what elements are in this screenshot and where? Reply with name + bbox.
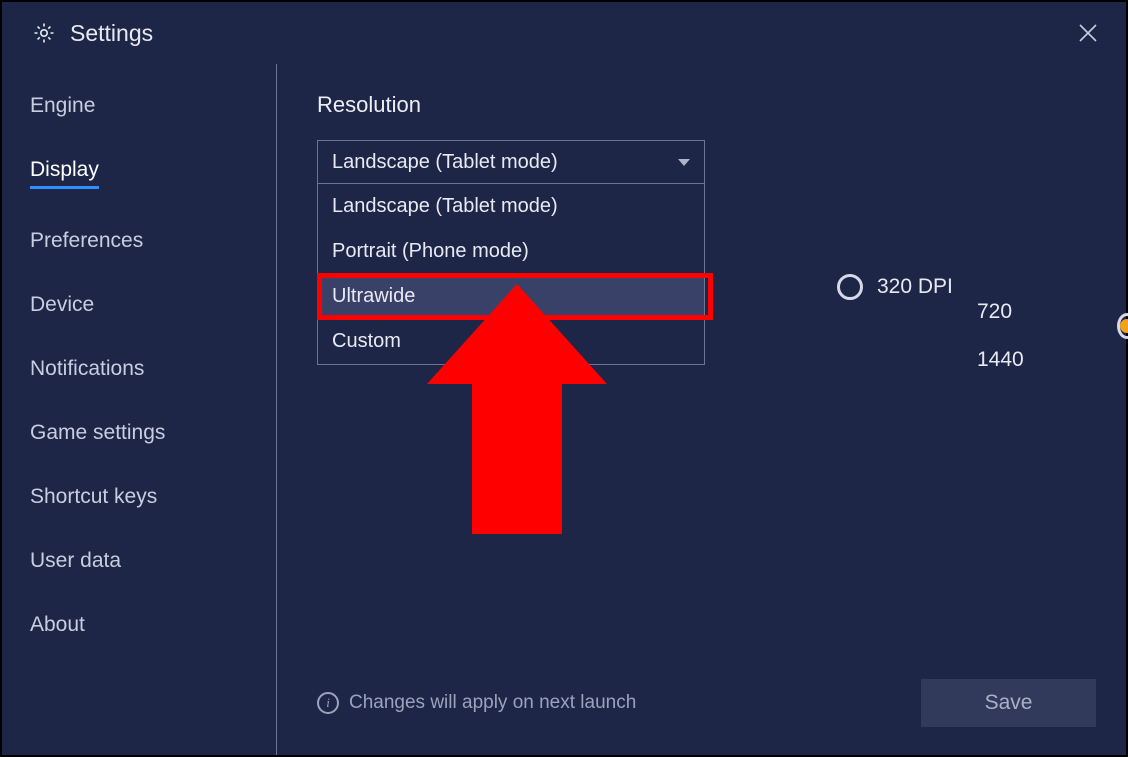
save-button[interactable]: Save [921, 679, 1096, 727]
sidebar-item-device[interactable]: Device [30, 293, 94, 317]
resolution-option-landscape[interactable]: Landscape (Tablet mode) [318, 184, 704, 229]
chevron-down-icon [678, 159, 690, 166]
footer-note: i Changes will apply on next launch [317, 692, 636, 714]
sidebar-item-preferences[interactable]: Preferences [30, 229, 143, 253]
dpi-radio-320[interactable]: 320 DPI [837, 274, 1096, 300]
resolution-dropdown-list: Landscape (Tablet mode) Portrait (Phone … [317, 184, 705, 365]
info-icon: i [317, 692, 339, 714]
header: Settings [2, 2, 1126, 64]
resolution-option-portrait[interactable]: Portrait (Phone mode) [318, 229, 704, 274]
footer: i Changes will apply on next launch Save [317, 679, 1096, 727]
close-button[interactable] [1070, 15, 1106, 51]
resolution-option-ultrawide[interactable]: Ultrawide [318, 274, 704, 319]
radio-circle-icon [1117, 313, 1128, 339]
dpi-radio-label: 320 DPI [877, 275, 953, 299]
sidebar-item-display[interactable]: Display [30, 158, 99, 189]
resolution-dropdown[interactable]: Landscape (Tablet mode) [317, 140, 705, 184]
partial-res-720: 720 [977, 300, 1024, 324]
sidebar-item-notifications[interactable]: Notifications [30, 357, 144, 381]
resolution-option-custom[interactable]: Custom [318, 319, 704, 364]
resolution-partial-values: 720 1440 [977, 300, 1024, 372]
resolution-dropdown-wrap: Landscape (Tablet mode) Landscape (Table… [317, 140, 705, 184]
resolution-dropdown-selected: Landscape (Tablet mode) [332, 151, 558, 174]
sidebar: Engine Display Preferences Device Notifi… [2, 64, 277, 755]
sidebar-item-user-data[interactable]: User data [30, 549, 121, 573]
sidebar-item-engine[interactable]: Engine [30, 94, 95, 118]
sidebar-item-shortcut-keys[interactable]: Shortcut keys [30, 485, 157, 509]
sidebar-item-about[interactable]: About [30, 613, 85, 637]
resolution-radio-1600x900[interactable]: 1600 x 900 [1117, 302, 1128, 350]
main: Engine Display Preferences Device Notifi… [2, 64, 1126, 755]
settings-title: Settings [70, 20, 1070, 47]
resolution-radio-1600x900-wrap: 1600 x 900 [1117, 302, 1128, 350]
content: Resolution 720 1440 1600 x 900 Landscape… [277, 64, 1126, 755]
partial-res-1440: 1440 [977, 348, 1024, 372]
radio-circle-icon [837, 274, 863, 300]
footer-note-text: Changes will apply on next launch [349, 692, 636, 714]
resolution-title: Resolution [317, 92, 1096, 118]
gear-icon [32, 21, 56, 45]
sidebar-item-game-settings[interactable]: Game settings [30, 421, 165, 445]
